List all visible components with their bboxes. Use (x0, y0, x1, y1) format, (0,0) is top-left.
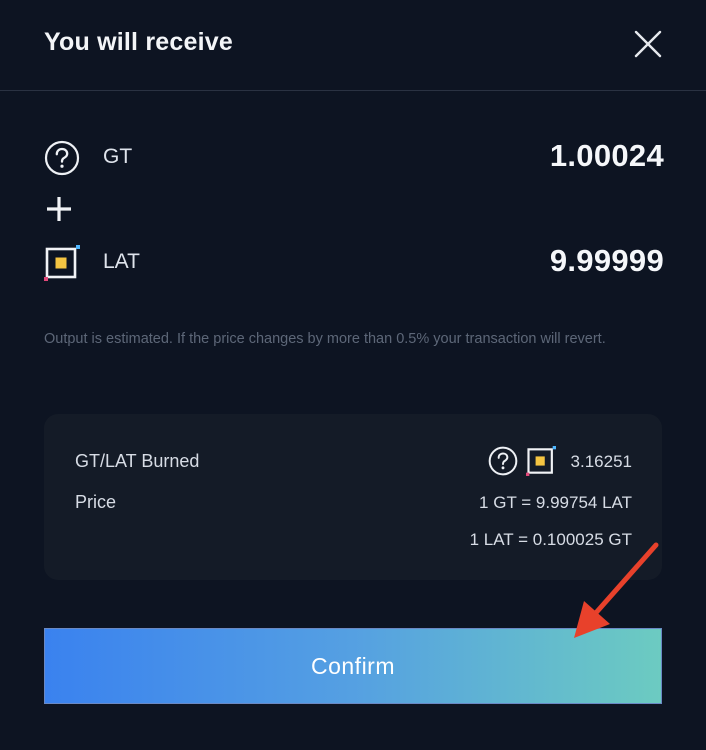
lat-token-icon (44, 245, 80, 281)
price-label: Price (75, 492, 117, 512)
receive-modal: You will receive GT 1.00024 LAT 9.99999 … (0, 0, 706, 750)
summary-panel: GT/LAT Burned 3.16251 Price 1 GT = 9.997… (44, 414, 662, 580)
plus-icon (44, 194, 74, 224)
token-row-lat: LAT 9.99999 (44, 243, 664, 283)
modal-header: You will receive (0, 0, 706, 91)
question-circle-icon (488, 446, 518, 476)
lat-token-icon (526, 446, 556, 476)
burned-value: 3.16251 (570, 452, 632, 471)
token-symbol-gt: GT (103, 145, 133, 168)
confirm-button[interactable]: Confirm (44, 628, 662, 704)
close-icon[interactable] (632, 28, 664, 60)
estimate-note: Output is estimated. If the price change… (44, 331, 606, 347)
pool-token-icons (488, 446, 558, 476)
modal-title: You will receive (44, 28, 233, 56)
question-circle-icon (44, 140, 80, 176)
token-amount-lat: 9.99999 (549, 243, 664, 278)
price-gt-rate: 1 GT = 9.99754 LAT (479, 493, 632, 512)
burned-label: GT/LAT Burned (75, 451, 200, 471)
price-lat-rate: 1 LAT = 0.100025 GT (469, 530, 632, 549)
token-amount-gt: 1.00024 (549, 138, 664, 173)
token-row-gt: GT 1.00024 (44, 138, 664, 178)
token-symbol-lat: LAT (103, 250, 140, 273)
